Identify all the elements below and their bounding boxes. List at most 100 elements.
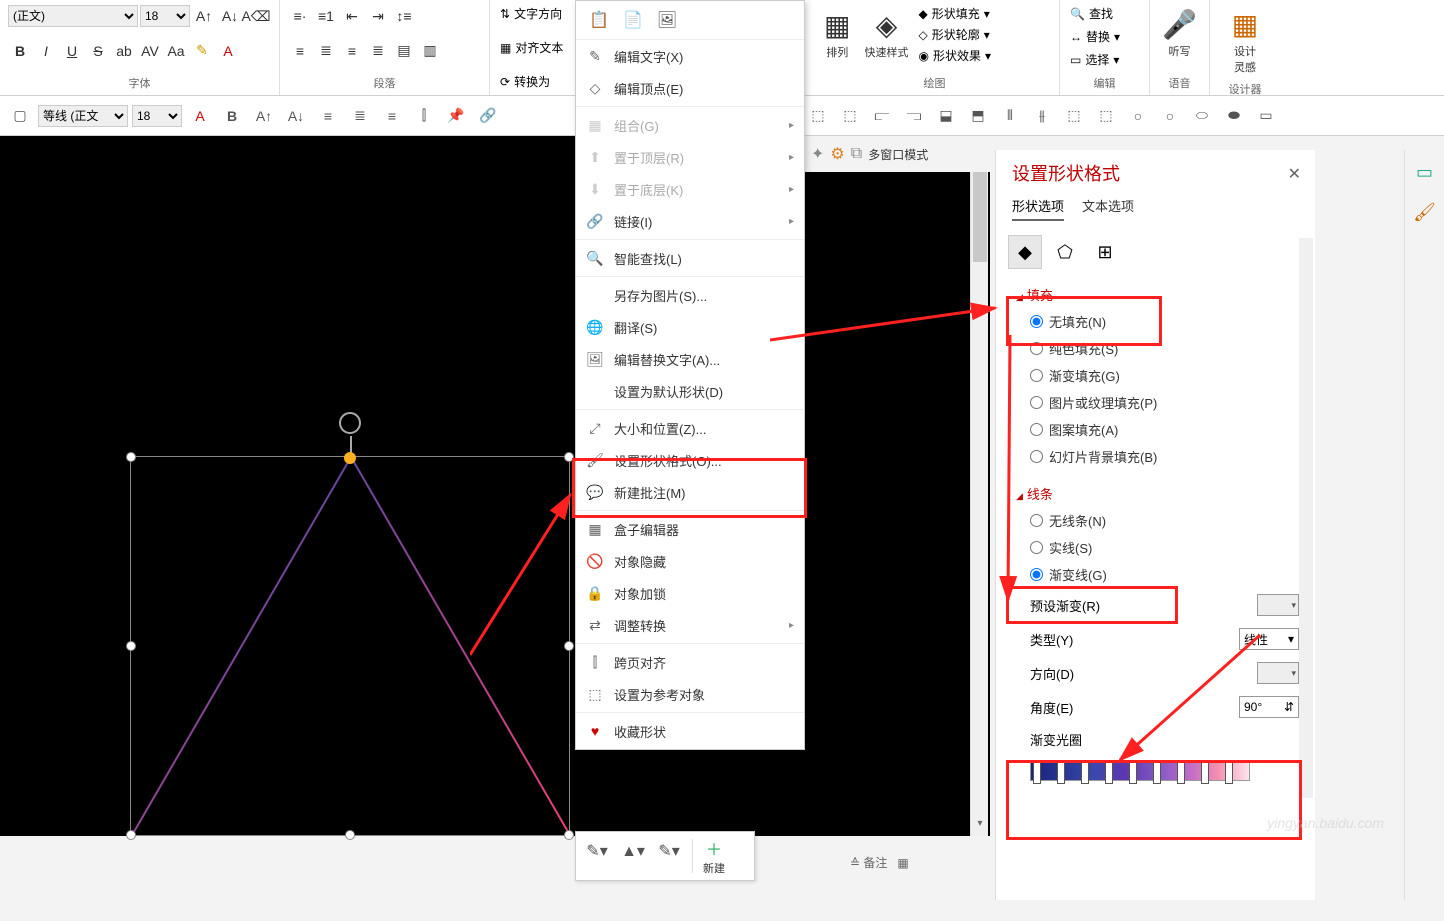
tb2-a9-icon[interactable]: ⫴ <box>996 102 1024 130</box>
grad-stop-5[interactable] <box>1129 760 1137 784</box>
ctx-smart-lookup[interactable]: 🔍智能查找(L) <box>576 242 804 274</box>
ctx-save-pic[interactable]: 另存为图片(S)... <box>576 279 804 311</box>
pane-effects-icon[interactable]: ⬠ <box>1048 235 1082 269</box>
strike-icon[interactable]: S <box>86 39 110 63</box>
handle-bl[interactable] <box>126 830 136 840</box>
slide-canvas[interactable] <box>0 136 990 836</box>
tb2-inc-icon[interactable]: A↑ <box>250 102 278 130</box>
ctx-box-editor[interactable]: ▦盒子编辑器 <box>576 513 804 545</box>
tb2-link-icon[interactable]: 🔗 <box>474 102 502 130</box>
handle-bm[interactable] <box>345 830 355 840</box>
ctx-edit-text[interactable]: ✎编辑文字(X) <box>576 40 804 72</box>
gradient-stops-bar[interactable] <box>1030 761 1250 781</box>
canvas-scrollbar[interactable]: ▴ ▾ <box>970 172 988 836</box>
tb2-a4-icon[interactable]: ⬚ <box>836 102 864 130</box>
tb2-pin-icon[interactable]: 📌 <box>442 102 470 130</box>
ctx-adjust[interactable]: ⇄调整转换▸ <box>576 609 804 641</box>
case-icon[interactable]: Aa <box>164 39 188 63</box>
fill-gradient-radio[interactable]: 渐变填充(G) <box>1016 362 1303 389</box>
scroll-down-icon[interactable]: ▾ <box>971 818 989 836</box>
windows-icon[interactable]: ⧉ <box>851 145 862 163</box>
apex-vertex[interactable] <box>344 452 356 464</box>
tb2-a5-icon[interactable]: ⫍ <box>868 102 896 130</box>
replace-btn[interactable]: ↔ 替换 ▾ <box>1068 27 1141 46</box>
find-btn[interactable]: 🔍 查找 <box>1068 4 1141 23</box>
tab-shape-options[interactable]: 形状选项 <box>1012 196 1064 221</box>
selected-shape[interactable] <box>130 456 570 836</box>
arrange-btn[interactable]: ▦排列 <box>818 5 856 64</box>
tb2-align-r-icon[interactable]: ≡ <box>378 102 406 130</box>
ctx-translate[interactable]: 🌐翻译(S) <box>576 311 804 343</box>
pane-fill-line-icon[interactable]: ◆ <box>1008 235 1042 269</box>
handle-ml[interactable] <box>126 641 136 651</box>
rotate-handle[interactable] <box>339 412 361 434</box>
ctx-paste2-icon[interactable]: 📄 <box>620 7 646 33</box>
section-fill[interactable]: 填充 <box>1016 285 1303 304</box>
bt-pen-icon[interactable]: ✎▾ <box>584 841 610 871</box>
tb2-a10-icon[interactable]: ⫵ <box>1028 102 1056 130</box>
bt-new-btn[interactable]: ＋ 新建 <box>703 836 725 876</box>
handle-br[interactable] <box>564 830 574 840</box>
fill-pattern-radio[interactable]: 图案填充(A) <box>1016 416 1303 443</box>
indent-dec-icon[interactable]: ⇤ <box>340 4 364 28</box>
columns-icon[interactable]: ▥ <box>418 39 442 63</box>
shape-effect-btn[interactable]: ◉ 形状效果 ▾ <box>916 46 993 65</box>
line-none-radio[interactable]: 无线条(N) <box>1016 507 1303 534</box>
tb2-a12-icon[interactable]: ⬚ <box>1092 102 1120 130</box>
pane-close-icon[interactable]: ✕ <box>1288 164 1301 184</box>
handle-mr[interactable] <box>564 641 574 651</box>
tb2-size-select[interactable]: 18 <box>132 105 182 127</box>
numbering-icon[interactable]: ≡1 <box>314 4 338 28</box>
underline-icon[interactable]: U <box>60 39 84 63</box>
type-select[interactable]: 线性▾ <box>1239 628 1299 650</box>
tb2-a15-icon[interactable]: ⬭ <box>1188 102 1216 130</box>
font-color-icon[interactable]: A <box>216 39 240 63</box>
scroll-thumb[interactable] <box>973 172 987 262</box>
shadow-icon[interactable]: ab <box>112 39 136 63</box>
tb2-a13-icon[interactable]: ○ <box>1124 102 1152 130</box>
grad-stop-1[interactable] <box>1033 760 1041 784</box>
angle-input[interactable]: 90°⇵ <box>1239 696 1299 718</box>
handle-tl[interactable] <box>126 452 136 462</box>
ctx-new-comment[interactable]: 💬新建批注(M) <box>576 476 804 508</box>
align-center-icon[interactable]: ≣ <box>314 39 338 63</box>
tb2-bold-icon[interactable]: B <box>218 102 246 130</box>
section-line[interactable]: 线条 <box>1016 484 1303 503</box>
font-family-select[interactable]: (正文) <box>8 5 138 27</box>
fill-slidebg-radio[interactable]: 幻灯片背景填充(B) <box>1016 443 1303 470</box>
tb2-valign-icon[interactable]: ⫿ <box>410 102 438 130</box>
bt-fill-icon[interactable]: ▲▾ <box>620 841 646 871</box>
fill-none-radio[interactable]: 无填充(N) <box>1016 308 1303 335</box>
tb2-a6-icon[interactable]: ⫎ <box>900 102 928 130</box>
align-right-icon[interactable]: ≡ <box>340 39 364 63</box>
line-solid-radio[interactable]: 实线(S) <box>1016 534 1303 561</box>
tb2-dec-icon[interactable]: A↓ <box>282 102 310 130</box>
clear-format-icon[interactable]: A⌫ <box>244 4 268 28</box>
highlight-icon[interactable]: ✎ <box>190 39 214 63</box>
dictate-btn[interactable]: 🎤听写 <box>1158 4 1201 63</box>
quick-style-btn[interactable]: ◈快速样式 <box>858 5 914 64</box>
grad-stop-7[interactable] <box>1177 760 1185 784</box>
tb2-a7-icon[interactable]: ⬓ <box>932 102 960 130</box>
tab-text-options[interactable]: 文本选项 <box>1082 196 1134 221</box>
text-direction-btn[interactable]: ⇅ 文字方向 <box>498 4 571 23</box>
preset-gradient-picker[interactable] <box>1257 594 1299 616</box>
design-btn[interactable]: ▦设计 灵感 <box>1218 4 1272 79</box>
shape-outline-btn[interactable]: ◇ 形状轮廓 ▾ <box>916 25 993 44</box>
pane-scrollbar[interactable] <box>1299 238 1313 798</box>
ctx-fav[interactable]: ♥收藏形状 <box>576 715 804 747</box>
indent-inc-icon[interactable]: ⇥ <box>366 4 390 28</box>
spark-icon[interactable]: ✦ <box>811 144 824 164</box>
italic-icon[interactable]: I <box>34 39 58 63</box>
select-btn[interactable]: ▭ 选择 ▾ <box>1068 50 1141 69</box>
vtb-format-icon[interactable]: 🖌 <box>1411 198 1439 226</box>
ctx-cross-align[interactable]: ⫿跨页对齐 <box>576 646 804 678</box>
handle-tr[interactable] <box>564 452 574 462</box>
grad-stop-3[interactable] <box>1081 760 1089 784</box>
tb2-a17-icon[interactable]: ▭ <box>1252 102 1280 130</box>
grad-stop-2[interactable] <box>1057 760 1065 784</box>
line-gradient-radio[interactable]: 渐变线(G) <box>1016 561 1303 588</box>
ctx-edit-alt[interactable]: 🖼编辑替换文字(A)... <box>576 343 804 375</box>
justify-icon[interactable]: ≣ <box>366 39 390 63</box>
grad-stop-4[interactable] <box>1105 760 1113 784</box>
